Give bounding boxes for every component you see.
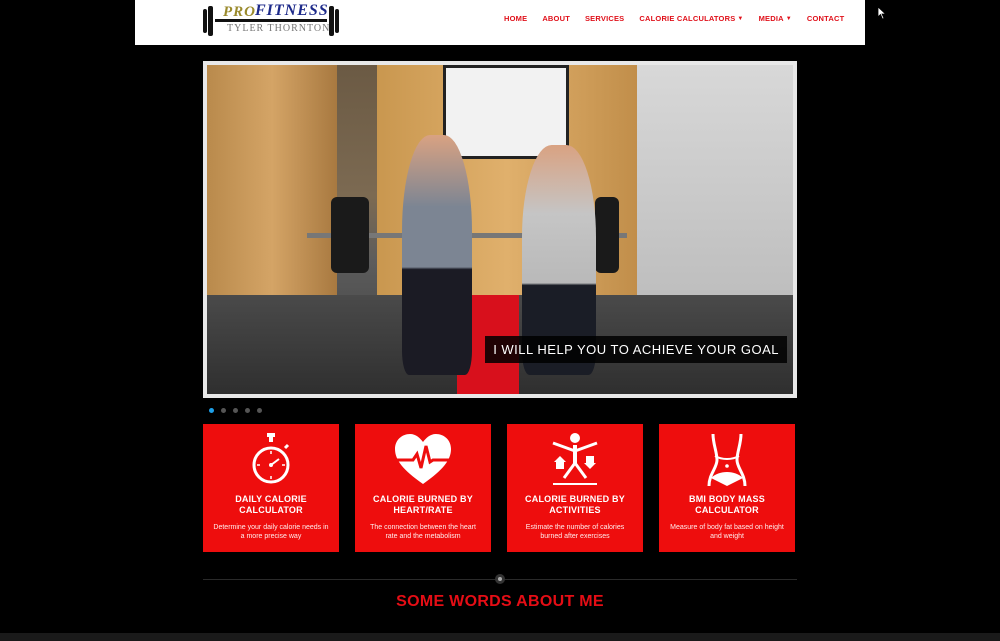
- pro-fitness-logo[interactable]: PRO FITNESS TYLER THORNTON: [203, 2, 341, 39]
- card-description: Determine your daily calorie needs in a …: [213, 524, 329, 540]
- caret-down-icon: ▼: [785, 15, 792, 22]
- nav-calorie-calculators[interactable]: CALORIE CALCULATORS ▼: [639, 14, 743, 23]
- card-description: Measure of body fat based on height and …: [670, 524, 784, 540]
- card-description: Estimate the number of calories burned a…: [525, 524, 625, 540]
- logo-text-pro: PRO: [223, 4, 256, 20]
- main-nav: HOME ABOUT SERVICES CALORIE CALCULATORS ▼…: [504, 14, 859, 23]
- section-title: SOME WORDS ABOUT ME: [396, 593, 604, 610]
- slider-dot-2[interactable]: [221, 408, 226, 413]
- nav-home[interactable]: HOME: [504, 14, 527, 23]
- hero-caption: I WILL HELP YOU TO ACHIEVE YOUR GOAL: [485, 336, 787, 363]
- mouse-cursor-icon: [878, 7, 886, 19]
- card-title: BMI BODY MASS CALCULATOR: [689, 494, 765, 515]
- bottom-strip: [0, 633, 1000, 641]
- card-description: The connection between the heart rate an…: [370, 524, 476, 540]
- heart-rate-icon: [395, 434, 451, 484]
- card-title: DAILY CALORIE CALCULATOR: [235, 494, 307, 515]
- slider-pagination: [209, 408, 262, 413]
- activity-person-icon: [552, 433, 598, 485]
- calculator-cards: DAILY CALORIE CALCULATOR Determine your …: [203, 424, 795, 552]
- body-waist-icon: [707, 433, 747, 487]
- stopwatch-icon: [252, 433, 290, 484]
- hero-slider[interactable]: I WILL HELP YOU TO ACHIEVE YOUR GOAL: [203, 61, 797, 398]
- slider-dot-4[interactable]: [245, 408, 250, 413]
- card-heart-rate[interactable]: CALORIE BURNED BY HEART/RATE The connect…: [355, 424, 491, 552]
- slider-dot-3[interactable]: [233, 408, 238, 413]
- card-bmi[interactable]: BMI BODY MASS CALCULATOR Measure of body…: [659, 424, 795, 552]
- nav-contact[interactable]: CONTACT: [807, 14, 845, 23]
- divider-dot-icon: [495, 574, 505, 584]
- slider-dot-5[interactable]: [257, 408, 262, 413]
- slider-dot-1[interactable]: [209, 408, 214, 413]
- card-title: CALORIE BURNED BY ACTIVITIES: [525, 494, 625, 515]
- nav-about[interactable]: ABOUT: [542, 14, 570, 23]
- logo-text-name: TYLER THORNTON: [227, 23, 331, 34]
- hero-image: I WILL HELP YOU TO ACHIEVE YOUR GOAL: [207, 65, 793, 394]
- logo-text-fitness: FITNESS: [255, 2, 329, 19]
- site-header: PRO FITNESS TYLER THORNTON HOME ABOUT SE…: [135, 0, 865, 45]
- nav-services[interactable]: SERVICES: [585, 14, 624, 23]
- caret-down-icon: ▼: [737, 15, 744, 22]
- card-title: CALORIE BURNED BY HEART/RATE: [373, 494, 473, 515]
- card-daily-calorie[interactable]: DAILY CALORIE CALCULATOR Determine your …: [203, 424, 339, 552]
- card-activities[interactable]: CALORIE BURNED BY ACTIVITIES Estimate th…: [507, 424, 643, 552]
- nav-media[interactable]: MEDIA ▼: [759, 14, 792, 23]
